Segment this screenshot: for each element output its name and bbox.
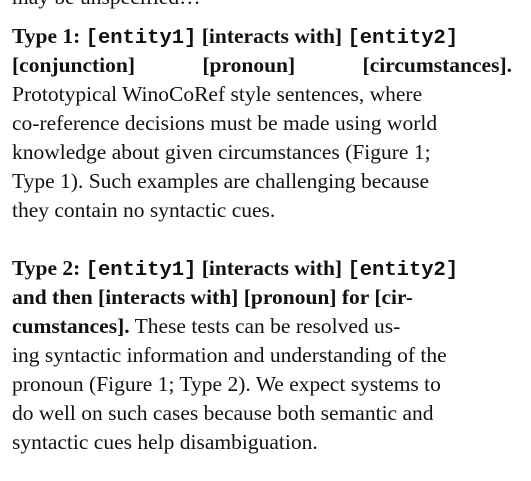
paper-excerpt: may be unspecified… Type 1: [entity1] [i… [0, 0, 531, 481]
type1-heading-line-2: [conjunction] [pronoun] [circumstances]. [12, 51, 512, 80]
cropped-previous-line: may be unspecified… [12, 0, 201, 12]
entity1-token: [entity1] [85, 27, 197, 50]
interacts-with-token: [interacts with] [201, 256, 343, 280]
type2-body-line: do well on such cases because both seman… [12, 401, 434, 425]
entity1-token: [entity1] [85, 259, 197, 282]
type2-body-line: syntactic cues help disambiguation. [12, 430, 318, 454]
type1-body-line: they contain no syntactic cues. [12, 198, 276, 222]
interacts-with-token: [interacts with] [201, 24, 343, 48]
type1-body-line: co-reference decisions must be made usin… [12, 111, 438, 135]
type1-label: Type 1: [12, 24, 81, 48]
type1-body-line: knowledge about given circumstances (Fig… [12, 140, 431, 164]
entity2-token: [entity2] [347, 259, 459, 282]
pronoun-token: [pronoun] [202, 53, 296, 77]
type1-body-line: Type 1). Such examples are challenging b… [12, 169, 429, 193]
type2-label: Type 2: [12, 256, 81, 280]
type2-heading-end: cumstances]. [12, 314, 130, 338]
conjunction-token: [conjunction] [12, 53, 136, 77]
type2-body-line: pronoun (Figure 1; Type 2). We expect sy… [12, 372, 441, 396]
type2-heading-line-2: and then [interacts with] [pronoun] for … [12, 285, 413, 309]
circumstances-token: [circumstances]. [362, 53, 512, 77]
type1-heading-line-1: Type 1: [entity1] [interacts with] [enti… [12, 22, 512, 53]
type2-body-start: These tests can be resolved us- [134, 314, 401, 338]
type1-body-line: Prototypical WinoCoRef style sentences, … [12, 82, 423, 106]
entity2-token: [entity2] [347, 27, 459, 50]
type2-heading-line-1: Type 2: [entity1] [interacts with] [enti… [12, 254, 512, 285]
type2-heading-body-line: cumstances]. These tests can be resolved… [12, 312, 512, 341]
type2-body-line: ing syntactic information and understand… [12, 343, 447, 367]
